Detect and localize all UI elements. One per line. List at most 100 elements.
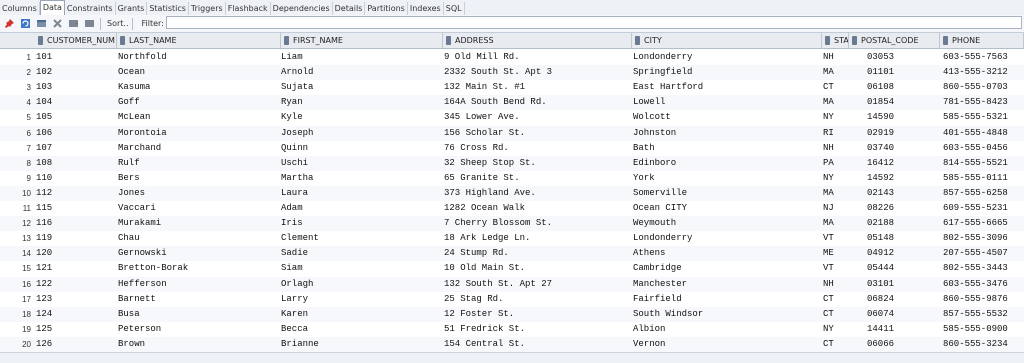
address-cell[interactable]: 345 Lower Ave.: [444, 110, 629, 125]
state-cell[interactable]: VT: [823, 231, 863, 246]
postal-code-cell[interactable]: 02188: [867, 216, 937, 231]
city-cell[interactable]: South Windsor: [633, 307, 818, 322]
city-cell[interactable]: Vernon: [633, 337, 818, 352]
address-cell[interactable]: 9 Old Mill Rd.: [444, 50, 629, 65]
postal-code-cell[interactable]: 05148: [867, 231, 937, 246]
last-name-cell[interactable]: Goff: [118, 95, 278, 110]
customer-num-cell[interactable]: 112: [36, 186, 116, 201]
first-name-cell[interactable]: Laura: [281, 186, 441, 201]
address-cell[interactable]: 7 Cherry Blossom St.: [444, 216, 629, 231]
customer-num-cell[interactable]: 102: [36, 65, 116, 80]
last-name-cell[interactable]: Bers: [118, 171, 278, 186]
state-cell[interactable]: NH: [823, 50, 863, 65]
first-name-cell[interactable]: Siam: [281, 261, 441, 276]
address-cell[interactable]: 25 Stag Rd.: [444, 292, 629, 307]
first-name-cell[interactable]: Liam: [281, 50, 441, 65]
last-name-cell[interactable]: Brown: [118, 337, 278, 352]
column-header-customer-num[interactable]: CUSTOMER_NUM: [35, 33, 117, 48]
phone-cell[interactable]: 781-555-8423: [943, 95, 1023, 110]
first-name-cell[interactable]: Iris: [281, 216, 441, 231]
postal-code-cell[interactable]: 03053: [867, 50, 937, 65]
last-name-cell[interactable]: Gernowski: [118, 246, 278, 261]
city-cell[interactable]: Somerville: [633, 186, 818, 201]
city-cell[interactable]: Weymouth: [633, 216, 818, 231]
city-cell[interactable]: Athens: [633, 246, 818, 261]
tab-dependencies[interactable]: Dependencies: [271, 2, 333, 15]
state-cell[interactable]: MA: [823, 65, 863, 80]
first-name-cell[interactable]: Brianne: [281, 337, 441, 352]
state-cell[interactable]: RI: [823, 126, 863, 141]
rollback-icon[interactable]: [83, 17, 96, 30]
city-cell[interactable]: Cambridge: [633, 261, 818, 276]
customer-num-cell[interactable]: 106: [36, 126, 116, 141]
city-cell[interactable]: Fairfield: [633, 292, 818, 307]
first-name-cell[interactable]: Sadie: [281, 246, 441, 261]
address-cell[interactable]: 76 Cross Rd.: [444, 141, 629, 156]
table-row[interactable]: 16 122 Hefferson Orlagh 132 South St. Apt 27…: [0, 276, 1024, 292]
phone-cell[interactable]: 585-555-0111: [943, 171, 1023, 186]
state-cell[interactable]: CT: [823, 292, 863, 307]
phone-cell[interactable]: 857-555-5532: [943, 307, 1023, 322]
customer-num-cell[interactable]: 107: [36, 141, 116, 156]
tab-flashback[interactable]: Flashback: [226, 2, 271, 15]
tab-statistics[interactable]: Statistics: [147, 2, 189, 15]
first-name-cell[interactable]: Kyle: [281, 110, 441, 125]
state-cell[interactable]: ME: [823, 246, 863, 261]
city-cell[interactable]: Johnston: [633, 126, 818, 141]
customer-num-cell[interactable]: 125: [36, 322, 116, 337]
state-cell[interactable]: NJ: [823, 201, 863, 216]
address-cell[interactable]: 156 Scholar St.: [444, 126, 629, 141]
state-cell[interactable]: NH: [823, 141, 863, 156]
customer-num-cell[interactable]: 103: [36, 80, 116, 95]
customer-num-cell[interactable]: 115: [36, 201, 116, 216]
phone-cell[interactable]: 860-555-9876: [943, 292, 1023, 307]
delete-row-icon[interactable]: [51, 17, 64, 30]
address-cell[interactable]: 32 Sheep Stop St.: [444, 156, 629, 171]
address-cell[interactable]: 1282 Ocean Walk: [444, 201, 629, 216]
postal-code-cell[interactable]: 06066: [867, 337, 937, 352]
postal-code-cell[interactable]: 16412: [867, 156, 937, 171]
customer-num-cell[interactable]: 122: [36, 277, 116, 292]
table-row[interactable]: 6 106 Morontoia Joseph 156 Scholar St. Johnst…: [0, 125, 1024, 141]
phone-cell[interactable]: 617-555-6665: [943, 216, 1023, 231]
state-cell[interactable]: VT: [823, 261, 863, 276]
table-row[interactable]: 10 112 Jones Laura 373 Highland Ave. Somervil…: [0, 185, 1024, 201]
phone-cell[interactable]: 860-555-0703: [943, 80, 1023, 95]
column-header-postal-code[interactable]: POSTAL_CODE: [849, 33, 940, 48]
postal-code-cell[interactable]: 03101: [867, 277, 937, 292]
city-cell[interactable]: Springfield: [633, 65, 818, 80]
phone-cell[interactable]: 401-555-4848: [943, 126, 1023, 141]
customer-num-cell[interactable]: 116: [36, 216, 116, 231]
column-header-city[interactable]: CITY: [632, 33, 822, 48]
first-name-cell[interactable]: Sujata: [281, 80, 441, 95]
tab-sql[interactable]: SQL: [444, 2, 465, 15]
phone-cell[interactable]: 802-555-3443: [943, 261, 1023, 276]
tab-columns[interactable]: Columns: [0, 2, 40, 15]
table-row[interactable]: 7 107 Marchand Quinn 76 Cross Rd. Bath NH 03740…: [0, 141, 1024, 156]
commit-icon[interactable]: [67, 17, 80, 30]
column-header-address[interactable]: ADDRESS: [443, 33, 632, 48]
phone-cell[interactable]: 585-555-0900: [943, 322, 1023, 337]
table-row[interactable]: 14 120 Gernowski Sadie 24 Stump Rd. Athens ME 0…: [0, 246, 1024, 262]
address-cell[interactable]: 51 Fredrick St.: [444, 322, 629, 337]
refresh-icon[interactable]: [19, 17, 32, 30]
last-name-cell[interactable]: Barnett: [118, 292, 278, 307]
state-cell[interactable]: CT: [823, 80, 863, 95]
customer-num-cell[interactable]: 123: [36, 292, 116, 307]
table-row[interactable]: 8 108 Rulf Uschi 32 Sheep Stop St. Edinboro PA…: [0, 155, 1024, 171]
table-row[interactable]: 15 121 Bretton-Borak Siam 10 Old Main St. Cam…: [0, 261, 1024, 276]
city-cell[interactable]: Edinboro: [633, 156, 818, 171]
postal-code-cell[interactable]: 08226: [867, 201, 937, 216]
first-name-cell[interactable]: Joseph: [281, 126, 441, 141]
postal-code-cell[interactable]: 02143: [867, 186, 937, 201]
phone-cell[interactable]: 603-555-0456: [943, 141, 1023, 156]
postal-code-cell[interactable]: 04912: [867, 246, 937, 261]
state-cell[interactable]: NY: [823, 171, 863, 186]
last-name-cell[interactable]: Chau: [118, 231, 278, 246]
first-name-cell[interactable]: Martha: [281, 171, 441, 186]
last-name-cell[interactable]: Marchand: [118, 141, 278, 156]
state-cell[interactable]: NY: [823, 110, 863, 125]
customer-num-cell[interactable]: 126: [36, 337, 116, 352]
table-row[interactable]: 12 116 Murakami Iris 7 Cherry Blossom St. Wey…: [0, 216, 1024, 232]
postal-code-cell[interactable]: 06074: [867, 307, 937, 322]
